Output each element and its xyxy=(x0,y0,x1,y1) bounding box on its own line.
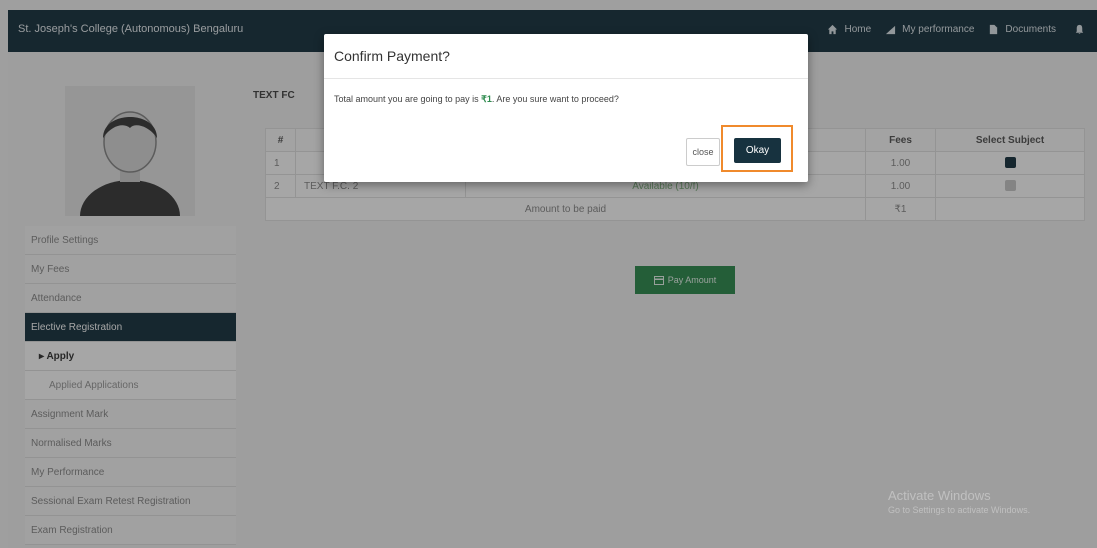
close-button[interactable]: close xyxy=(686,138,720,166)
dialog-title: Confirm Payment? xyxy=(334,48,450,64)
watermark-line2: Go to Settings to activate Windows. xyxy=(888,505,1031,515)
dialog-message-prefix: Total amount you are going to pay is xyxy=(334,94,479,104)
dialog-message: Total amount you are going to pay is ₹1.… xyxy=(334,94,619,105)
confirm-payment-dialog: Confirm Payment? Total amount you are go… xyxy=(324,34,808,182)
okay-button[interactable]: Okay xyxy=(734,138,781,163)
windows-activation-watermark: Activate Windows Go to Settings to activ… xyxy=(888,488,1030,515)
dialog-amount: ₹1 xyxy=(481,94,492,104)
dialog-message-suffix: . Are you sure want to proceed? xyxy=(491,94,619,104)
dialog-divider xyxy=(324,78,808,79)
watermark-line1: Activate Windows xyxy=(888,488,991,503)
